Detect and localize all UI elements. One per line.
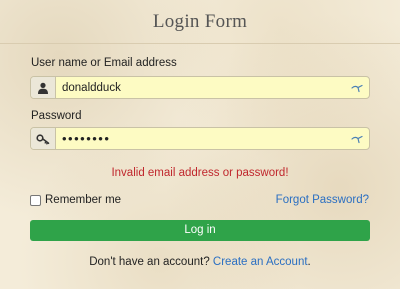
login-button[interactable]: Log in (30, 220, 370, 241)
remember-me-checkbox[interactable] (30, 194, 41, 206)
create-account-link[interactable]: Create an Account (213, 256, 308, 268)
autofill-icon[interactable] (348, 128, 366, 149)
signup-prompt-text: Don't have an account? (89, 256, 210, 268)
password-label: Password (31, 110, 82, 122)
remember-me[interactable]: Remember me (30, 194, 121, 206)
forgot-password-link[interactable]: Forgot Password? (276, 194, 369, 206)
password-field[interactable] (30, 127, 370, 150)
signup-prompt: Don't have an account? Create an Account… (0, 256, 400, 268)
password-input[interactable] (56, 128, 348, 149)
remember-me-label: Remember me (45, 194, 122, 206)
error-message: Invalid email address or password! (111, 167, 289, 179)
key-icon (31, 128, 56, 149)
title-divider (0, 43, 400, 44)
username-input[interactable] (56, 77, 348, 98)
signup-suffix: . (307, 256, 311, 268)
username-label: User name or Email address (31, 57, 177, 69)
username-field[interactable] (30, 76, 370, 99)
user-icon (31, 77, 56, 98)
autofill-icon[interactable] (348, 77, 366, 98)
form-title: Login Form (152, 11, 248, 32)
